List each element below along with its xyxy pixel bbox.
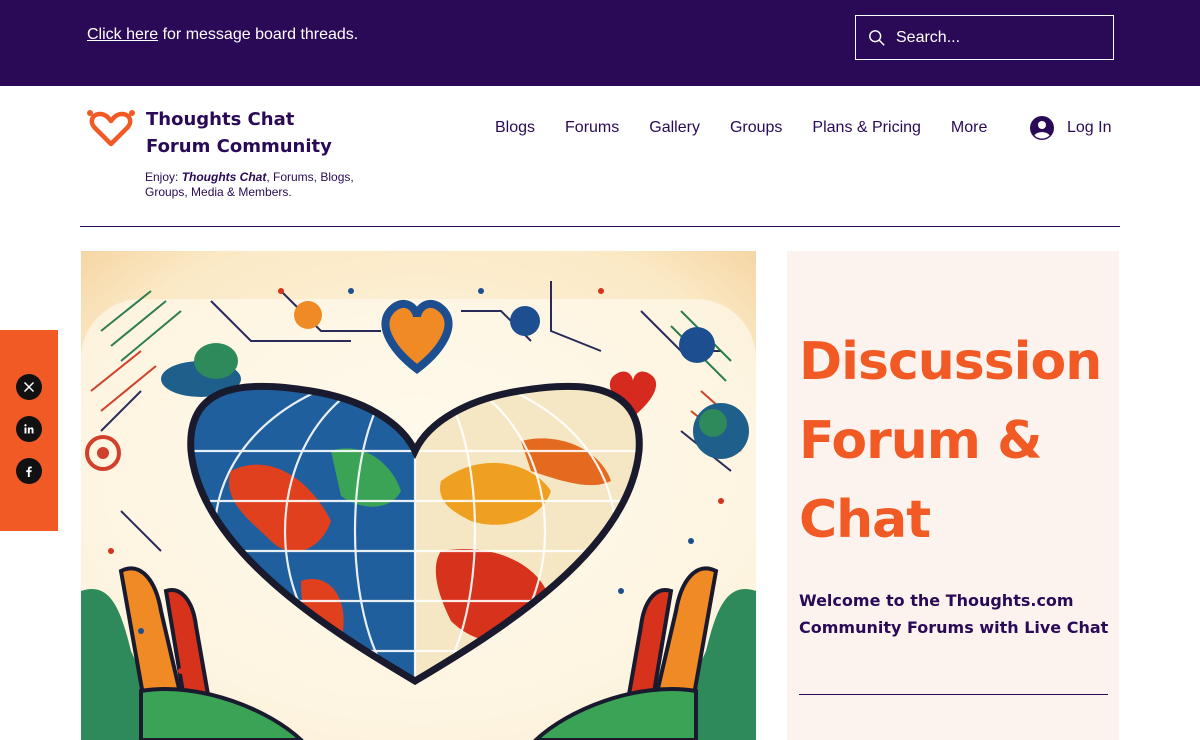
site-brand[interactable]: Thoughts Chat Forum Community — [146, 106, 332, 160]
main-nav: Blogs Forums Gallery Groups Plans & Pric… — [495, 119, 1017, 137]
linkedin-icon[interactable] — [16, 416, 42, 442]
nav-item-blogs[interactable]: Blogs — [495, 119, 535, 137]
announcement-rest: for message board threads. — [158, 26, 359, 43]
tagline-emphasis: Thoughts Chat — [181, 170, 267, 184]
brand-line-1: Thoughts Chat — [146, 109, 295, 130]
header-divider — [80, 226, 1120, 227]
nav-item-groups[interactable]: Groups — [730, 119, 782, 137]
message-board-link[interactable]: Click here — [87, 26, 158, 43]
hero-panel: Discussion Forum & Chat Welcome to the T… — [787, 251, 1119, 740]
tagline-prefix: Enjoy: — [145, 170, 182, 184]
hero-title-line-2: Forum & — [799, 411, 1042, 471]
nav-item-more[interactable]: More — [951, 119, 987, 137]
site-tagline: Enjoy: Thoughts Chat, Forums, Blogs, Gro… — [145, 170, 355, 200]
brand-line-2: Forum Community — [146, 136, 332, 157]
nav-item-plans-pricing[interactable]: Plans & Pricing — [812, 119, 921, 137]
hero-title-line-3: Chat — [799, 490, 931, 550]
user-avatar-icon — [1030, 116, 1054, 140]
hero-title: Discussion Forum & Chat — [799, 323, 1102, 560]
top-announcement-bar: Click here for message board threads. — [0, 0, 1200, 86]
login-label: Log In — [1067, 119, 1112, 136]
welcome-text: Welcome to the Thoughts.com Community Fo… — [799, 591, 1109, 637]
search-box[interactable] — [855, 15, 1114, 60]
x-icon[interactable] — [16, 374, 42, 400]
nav-item-gallery[interactable]: Gallery — [649, 119, 700, 137]
nav-item-forums[interactable]: Forums — [565, 119, 619, 137]
hero-title-line-1: Discussion — [799, 332, 1102, 392]
announcement-text: Click here for message board threads. — [87, 26, 358, 44]
heart-logo-icon[interactable] — [86, 108, 136, 148]
facebook-icon[interactable] — [16, 458, 42, 484]
search-input[interactable] — [896, 28, 1096, 47]
login-button[interactable]: Log In — [1030, 116, 1111, 140]
social-bar — [0, 330, 58, 531]
search-icon — [869, 29, 885, 46]
panel-divider — [799, 694, 1108, 695]
hero-illustration — [81, 251, 756, 740]
